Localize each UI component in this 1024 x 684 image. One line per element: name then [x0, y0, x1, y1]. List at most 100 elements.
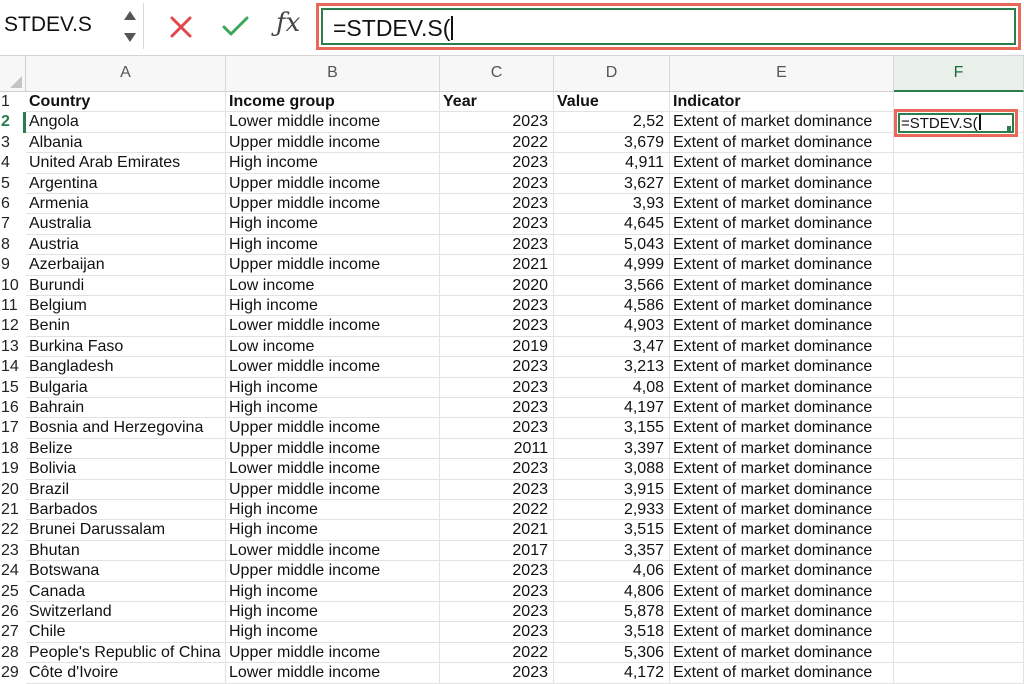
income-group-cell[interactable]: High income	[226, 520, 440, 541]
empty-cell[interactable]	[894, 622, 1024, 643]
indicator-cell[interactable]: Extent of market dominance	[670, 561, 894, 582]
income-group-cell[interactable]: Upper middle income	[226, 418, 440, 439]
empty-cell[interactable]	[894, 540, 1024, 562]
empty-cell[interactable]	[894, 479, 1024, 500]
country-cell[interactable]: Argentina	[26, 173, 226, 194]
empty-cell[interactable]	[894, 234, 1024, 256]
country-cell[interactable]: Barbados	[26, 500, 226, 521]
country-cell[interactable]: Burkina Faso	[26, 336, 226, 358]
income-group-cell[interactable]: Lower middle income	[226, 540, 440, 562]
empty-cell[interactable]	[894, 296, 1024, 317]
income-group-cell[interactable]: Lower middle income	[226, 459, 440, 480]
income-group-cell[interactable]: Lower middle income	[226, 316, 440, 337]
indicator-cell[interactable]: Extent of market dominance	[670, 112, 894, 133]
confirm-check-icon[interactable]	[220, 12, 250, 42]
column-header-b[interactable]: B	[226, 56, 440, 92]
income-group-cell[interactable]: High income	[226, 500, 440, 521]
cancel-x-icon[interactable]	[166, 12, 196, 42]
income-group-cell[interactable]: High income	[226, 622, 440, 643]
indicator-cell[interactable]: Extent of market dominance	[670, 316, 894, 337]
year-cell[interactable]: 2022	[440, 500, 554, 521]
income-group-cell[interactable]: Upper middle income	[226, 255, 440, 276]
empty-cell[interactable]	[894, 357, 1024, 378]
year-cell[interactable]: 2021	[440, 255, 554, 276]
empty-cell[interactable]	[894, 418, 1024, 439]
indicator-cell[interactable]: Extent of market dominance	[670, 275, 894, 296]
row-header[interactable]: 8	[0, 234, 26, 256]
year-cell[interactable]: 2022	[440, 132, 554, 154]
row-header[interactable]: 5	[0, 173, 26, 194]
country-cell[interactable]: Bulgaria	[26, 377, 226, 398]
row-header[interactable]: 14	[0, 357, 26, 378]
income-group-cell[interactable]: Low income	[226, 336, 440, 358]
value-cell[interactable]: 3,566	[554, 275, 670, 296]
income-group-cell[interactable]: Upper middle income	[226, 173, 440, 194]
year-cell[interactable]: 2023	[440, 357, 554, 378]
column-header-d[interactable]: D	[554, 56, 670, 92]
indicator-cell[interactable]: Extent of market dominance	[670, 622, 894, 643]
indicator-cell[interactable]: Extent of market dominance	[670, 398, 894, 419]
empty-cell[interactable]	[894, 602, 1024, 623]
indicator-cell[interactable]: Extent of market dominance	[670, 520, 894, 541]
income-group-cell[interactable]: High income	[226, 581, 440, 602]
income-group-cell[interactable]: High income	[226, 377, 440, 398]
income-group-cell[interactable]: Upper middle income	[226, 132, 440, 154]
value-cell[interactable]: 3,155	[554, 418, 670, 439]
fx-function-icon[interactable]: ƒx	[276, 8, 310, 38]
value-cell[interactable]: 4,903	[554, 316, 670, 337]
row-header[interactable]: 22	[0, 520, 26, 541]
row-header[interactable]: 26	[0, 602, 26, 623]
formula-input[interactable]: =STDEV.S(	[316, 3, 1021, 50]
row-header[interactable]: 23	[0, 540, 26, 562]
fill-handle[interactable]	[1007, 126, 1011, 132]
country-cell[interactable]: Albania	[26, 132, 226, 154]
empty-cell[interactable]	[894, 194, 1024, 215]
row-header[interactable]: 25	[0, 581, 26, 602]
income-group-cell[interactable]: Upper middle income	[226, 642, 440, 664]
indicator-cell[interactable]: Extent of market dominance	[670, 663, 894, 684]
country-cell[interactable]: Azerbaijan	[26, 255, 226, 276]
row-header[interactable]: 17	[0, 418, 26, 439]
row-header[interactable]: 12	[0, 316, 26, 337]
row-header[interactable]: 3	[0, 132, 26, 154]
name-box-stepper[interactable]	[124, 11, 138, 45]
country-cell[interactable]: Switzerland	[26, 602, 226, 623]
value-cell[interactable]: 4,645	[554, 214, 670, 235]
row-header[interactable]: 18	[0, 438, 26, 460]
income-group-cell[interactable]: Lower middle income	[226, 357, 440, 378]
year-cell[interactable]: 2023	[440, 214, 554, 235]
indicator-cell[interactable]: Extent of market dominance	[670, 642, 894, 664]
value-cell[interactable]: 3,679	[554, 132, 670, 154]
country-cell[interactable]: Bangladesh	[26, 357, 226, 378]
empty-cell[interactable]	[894, 255, 1024, 276]
empty-cell[interactable]	[894, 398, 1024, 419]
year-cell[interactable]: 2023	[440, 561, 554, 582]
country-cell[interactable]: Brazil	[26, 479, 226, 500]
value-cell[interactable]: 3,397	[554, 438, 670, 460]
indicator-cell[interactable]: Extent of market dominance	[670, 377, 894, 398]
country-cell[interactable]: Austria	[26, 234, 226, 256]
country-cell[interactable]: Côte d'Ivoire	[26, 663, 226, 684]
country-cell[interactable]: Botswana	[26, 561, 226, 582]
row-header[interactable]: 13	[0, 336, 26, 358]
empty-cell[interactable]	[894, 459, 1024, 480]
indicator-cell[interactable]: Extent of market dominance	[670, 296, 894, 317]
chevron-up-icon[interactable]	[124, 11, 136, 20]
empty-cell[interactable]	[894, 316, 1024, 337]
row-header[interactable]: 24	[0, 561, 26, 582]
empty-cell[interactable]	[894, 153, 1024, 174]
empty-cell[interactable]	[894, 173, 1024, 194]
empty-cell[interactable]	[894, 377, 1024, 398]
income-group-cell[interactable]: Lower middle income	[226, 663, 440, 684]
country-cell[interactable]: Belize	[26, 438, 226, 460]
row-header[interactable]: 11	[0, 296, 26, 317]
year-cell[interactable]: 2023	[440, 663, 554, 684]
indicator-cell[interactable]: Extent of market dominance	[670, 357, 894, 378]
row-header[interactable]: 19	[0, 459, 26, 480]
row-header[interactable]: 4	[0, 153, 26, 174]
country-cell[interactable]: Belgium	[26, 296, 226, 317]
value-cell[interactable]: 3,518	[554, 622, 670, 643]
country-cell[interactable]: Bahrain	[26, 398, 226, 419]
row-header[interactable]: 15	[0, 377, 26, 398]
year-cell[interactable]: 2023	[440, 581, 554, 602]
